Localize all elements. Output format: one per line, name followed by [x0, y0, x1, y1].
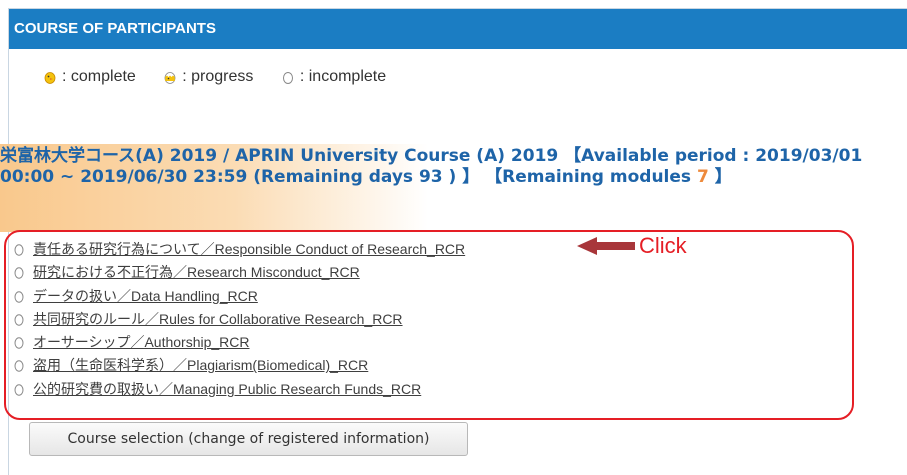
arrow-left-icon [577, 237, 635, 255]
legend-progress: : progress [164, 68, 253, 86]
egg-icon [14, 337, 24, 349]
module-link[interactable]: オーサーシップ／Authorship_RCR [33, 334, 250, 350]
list-item: 責任ある研究行為について／Responsible Conduct of Rese… [14, 238, 465, 261]
list-item: 公的研究費の取扱い／Managing Public Research Funds… [14, 378, 465, 401]
module-link[interactable]: 共同研究のルール／Rules for Collaborative Researc… [33, 311, 403, 327]
click-label: Click [639, 233, 687, 258]
click-annotation: Click [575, 233, 687, 258]
module-link[interactable]: 研究における不正行為／Research Misconduct_RCR [33, 264, 360, 280]
list-item: オーサーシップ／Authorship_RCR [14, 331, 465, 354]
status-legend: : complete : progress : incomplete [44, 68, 410, 86]
egg-icon [14, 244, 24, 256]
legend-progress-label: : progress [182, 68, 254, 85]
list-item: 盗用（生命医科学系）／Plagiarism(Biomedical)_RCR [14, 354, 465, 377]
course-title-end: 】 [708, 167, 732, 187]
panel-title: COURSE OF PARTICIPANTS [9, 9, 907, 49]
legend-complete-label: : complete [62, 68, 136, 85]
list-item: 研究における不正行為／Research Misconduct_RCR [14, 261, 465, 284]
remaining-modules-count: 7 [696, 167, 709, 187]
course-selection-button[interactable]: Course selection (change of registered i… [29, 422, 468, 456]
module-link[interactable]: 盗用（生命医科学系）／Plagiarism(Biomedical)_RCR [33, 357, 368, 373]
module-list: 責任ある研究行為について／Responsible Conduct of Rese… [14, 238, 465, 401]
course-title: 栄富林大学コース(A) 2019 / APRIN University Cour… [0, 146, 870, 188]
legend-complete: : complete [44, 68, 136, 86]
list-item: 共同研究のルール／Rules for Collaborative Researc… [14, 308, 465, 331]
chick-icon [44, 72, 56, 84]
egg-icon [14, 314, 24, 326]
egg-icon [14, 384, 24, 396]
legend-incomplete-label: : incomplete [299, 68, 387, 85]
egg-icon [14, 267, 24, 279]
egg-icon [14, 290, 24, 303]
course-title-text: 栄富林大学コース(A) 2019 / APRIN University Cour… [0, 146, 863, 187]
egg-icon [14, 360, 24, 373]
hatching-egg-icon [164, 72, 176, 84]
list-item: データの扱い／Data Handling_RCR [14, 285, 465, 308]
module-link[interactable]: 公的研究費の取扱い／Managing Public Research Funds… [33, 381, 421, 397]
module-link[interactable]: データの扱い／Data Handling_RCR [33, 288, 258, 304]
legend-incomplete: : incomplete [282, 68, 386, 86]
module-link[interactable]: 責任ある研究行為について／Responsible Conduct of Rese… [33, 241, 465, 257]
egg-icon [282, 72, 293, 84]
